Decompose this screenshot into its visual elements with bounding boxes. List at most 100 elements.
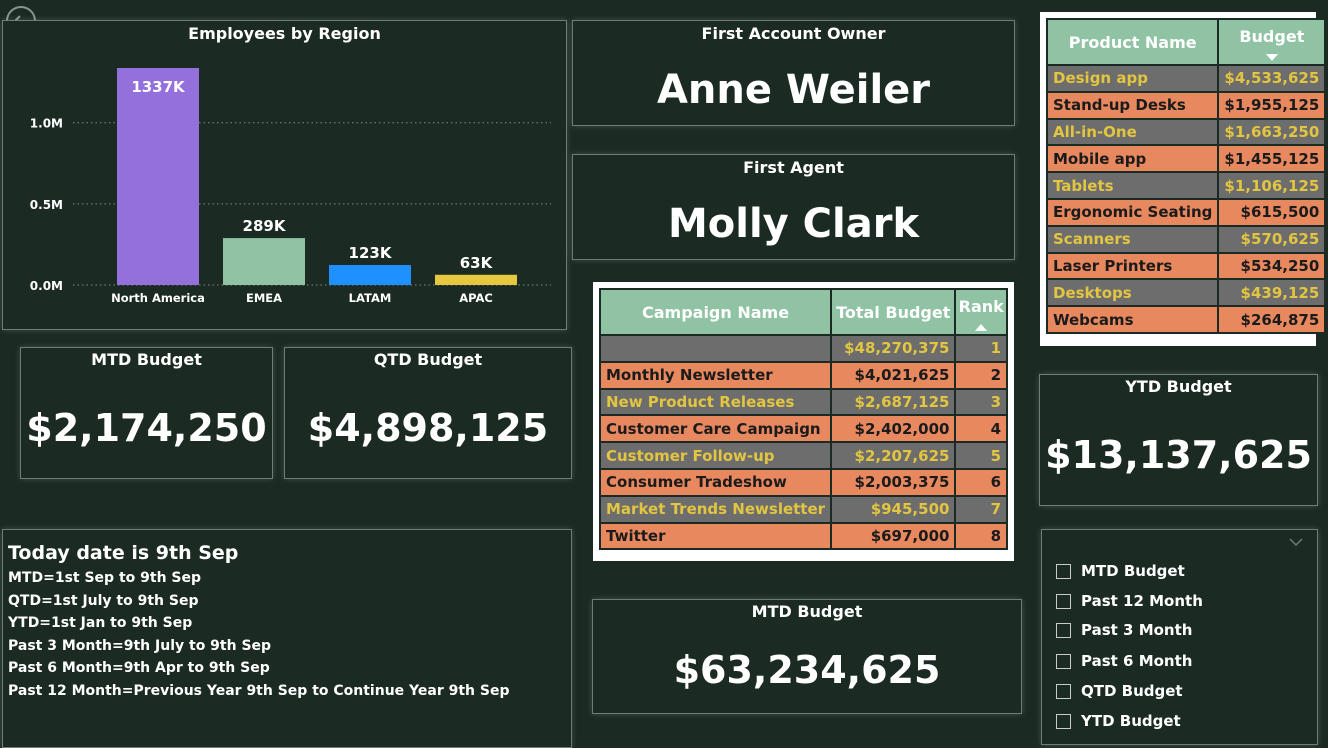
rank-cell: 4 (954, 414, 1008, 444)
campaign-name-cell: Twitter (598, 521, 833, 551)
info-line-past-12-month: Past 12 Month=Previous Year 9th Sep to C… (8, 682, 510, 699)
slicer-option-past-3-month[interactable]: Past 3 Month (1056, 621, 1192, 639)
budget-cell: $1,106,125 (1217, 171, 1327, 200)
col-header-total-budget[interactable]: Total Budget (830, 288, 957, 336)
sort-descending-icon (1265, 54, 1278, 61)
checkbox[interactable] (1056, 593, 1071, 609)
total-budget-cell: $2,207,625 (830, 441, 957, 470)
product-budget-table[interactable]: Product Name Budget Design app $4,533,625… (1040, 12, 1327, 346)
total-budget-cell: $2,687,125 (830, 387, 957, 417)
budget-cell: $570,625 (1217, 224, 1327, 254)
info-line-past-6-month: Past 6 Month=9th Apr to 9th Sep (8, 660, 270, 676)
first-agent-card: First Agent Molly Clark (572, 154, 1015, 260)
table-row[interactable]: Twitter $697,000 8 (598, 521, 1008, 551)
table-row[interactable]: $48,270,375 1 (598, 334, 1008, 363)
bar-latam[interactable] (329, 265, 411, 285)
table-row[interactable]: All-in-One $1,663,250 (1045, 117, 1327, 147)
slicer-option-ytd-budget[interactable]: YTD Budget (1056, 712, 1181, 730)
checkbox[interactable] (1056, 653, 1071, 669)
campaign-budget-table[interactable]: Campaign Name Total Budget Rank $48,270,… (593, 282, 1014, 561)
budget-cell: $4,533,625 (1217, 64, 1327, 93)
rank-cell: 2 (954, 360, 1008, 390)
budget-cell: $1,955,125 (1217, 90, 1327, 120)
bar-apac[interactable] (435, 274, 517, 285)
table-row[interactable]: Desktops $439,125 (1045, 278, 1327, 308)
checkbox[interactable] (1056, 713, 1071, 729)
budget-cell: $1,455,125 (1217, 144, 1327, 174)
y-tick-label: 0.0M (30, 279, 63, 293)
budget-cell: $264,875 (1217, 305, 1327, 334)
product-name-cell: Laser Printers (1045, 251, 1220, 281)
checkbox[interactable] (1056, 622, 1071, 638)
data-label: 289K (243, 217, 287, 235)
table-row[interactable]: Tablets $1,106,125 (1045, 171, 1327, 200)
bar-north-america[interactable] (117, 68, 199, 285)
info-line-past-3-month: Past 3 Month=9th July to 9th Sep (8, 637, 272, 654)
product-name-cell: Mobile app (1045, 144, 1220, 174)
bar-emea[interactable] (223, 238, 305, 285)
x-tick-label: APAC (459, 291, 493, 305)
total-budget-cell: $48,270,375 (830, 334, 957, 363)
total-budget-cell: $4,021,625 (830, 360, 957, 390)
first-account-owner-card: First Account Owner Anne Weiler (572, 20, 1015, 126)
slicer-option-qtd-budget[interactable]: QTD Budget (1056, 682, 1183, 700)
checkbox[interactable] (1056, 563, 1071, 579)
product-name-cell: Scanners (1045, 224, 1220, 254)
date-info-panel: Today date is 9th Sep MTD=1st Sep to 9th… (2, 529, 572, 748)
col-header-campaign-name[interactable]: Campaign Name (598, 288, 833, 336)
table-row[interactable]: New Product Releases $2,687,125 3 (598, 387, 1008, 417)
table-row[interactable]: Customer Follow-up $2,207,625 5 (598, 441, 1008, 470)
period-slicer[interactable]: MTD Budget Past 12 Month Past 3 Month Pa… (1041, 529, 1318, 745)
rank-cell: 1 (954, 334, 1008, 363)
table-row[interactable]: Scanners $570,625 (1045, 224, 1327, 254)
table-row[interactable]: Market Trends Newsletter $945,500 7 (598, 494, 1008, 524)
data-label: 63K (460, 254, 494, 272)
table-row[interactable]: Stand-up Desks $1,955,125 (1045, 90, 1327, 120)
chevron-down-icon[interactable] (1289, 538, 1303, 547)
col-header-budget[interactable]: Budget (1217, 18, 1327, 66)
budget-cell: $1,663,250 (1217, 117, 1327, 147)
data-label: 1337K (131, 78, 186, 96)
table-row[interactable]: Ergonomic Seating $615,500 (1045, 197, 1327, 227)
budget-cell: $439,125 (1217, 278, 1327, 308)
total-budget-cell: $697,000 (830, 521, 957, 551)
table-row[interactable]: Webcams $264,875 (1045, 305, 1327, 334)
product-name-cell: Design app (1045, 64, 1220, 93)
ytd-budget-value: $13,137,625 (1045, 433, 1312, 477)
y-tick-label: 1.0M (30, 117, 63, 131)
mtd-budget-total-card: MTD Budget $63,234,625 (592, 599, 1022, 714)
slicer-option-past-6-month[interactable]: Past 6 Month (1056, 652, 1192, 670)
table-row[interactable]: Design app $4,533,625 (1045, 64, 1327, 93)
campaign-name-cell: Consumer Tradeshow (598, 467, 833, 497)
info-line-ytd: YTD=1st Jan to 9th Sep (8, 615, 193, 631)
col-header-rank[interactable]: Rank (954, 288, 1008, 336)
checkbox[interactable] (1056, 683, 1071, 699)
first-account-owner-title: First Account Owner (701, 24, 886, 43)
ytd-budget-title: YTD Budget (1125, 377, 1232, 396)
employees-by-region-chart[interactable]: Employees by Region 0.0M 0.5M 1.0M 1337K Nor… (2, 20, 567, 330)
col-header-product-name[interactable]: Product Name (1045, 18, 1220, 66)
product-name-cell: Webcams (1045, 305, 1220, 334)
slicer-option-past-12-month[interactable]: Past 12 Month (1056, 592, 1203, 610)
qtd-budget-card: QTD Budget $4,898,125 (284, 347, 572, 479)
first-agent-value: Molly Clark (667, 201, 920, 247)
table-row[interactable]: Customer Care Campaign $2,402,000 4 (598, 414, 1008, 444)
info-line-mtd: MTD=1st Sep to 9th Sep (8, 570, 202, 586)
mtd-budget-card: MTD Budget $2,174,250 (20, 347, 273, 479)
total-budget-cell: $2,402,000 (830, 414, 957, 444)
mtd-budget-value: $2,174,250 (26, 406, 267, 450)
today-date-heading: Today date is 9th Sep (8, 542, 239, 564)
table-row[interactable]: Laser Printers $534,250 (1045, 251, 1327, 281)
table-row[interactable]: Mobile app $1,455,125 (1045, 144, 1327, 174)
info-line-qtd: QTD=1st July to 9th Sep (8, 592, 199, 609)
rank-cell: 5 (954, 441, 1008, 470)
rank-cell: 8 (954, 521, 1008, 551)
campaign-name-cell: Market Trends Newsletter (598, 494, 833, 524)
table-row[interactable]: Consumer Tradeshow $2,003,375 6 (598, 467, 1008, 497)
rank-cell: 3 (954, 387, 1008, 417)
table-row[interactable]: Monthly Newsletter $4,021,625 2 (598, 360, 1008, 390)
mtd-budget-total-title: MTD Budget (751, 602, 863, 621)
y-tick-label: 0.5M (30, 198, 63, 212)
campaign-name-cell: New Product Releases (598, 387, 833, 417)
slicer-option-mtd-budget[interactable]: MTD Budget (1056, 562, 1185, 580)
